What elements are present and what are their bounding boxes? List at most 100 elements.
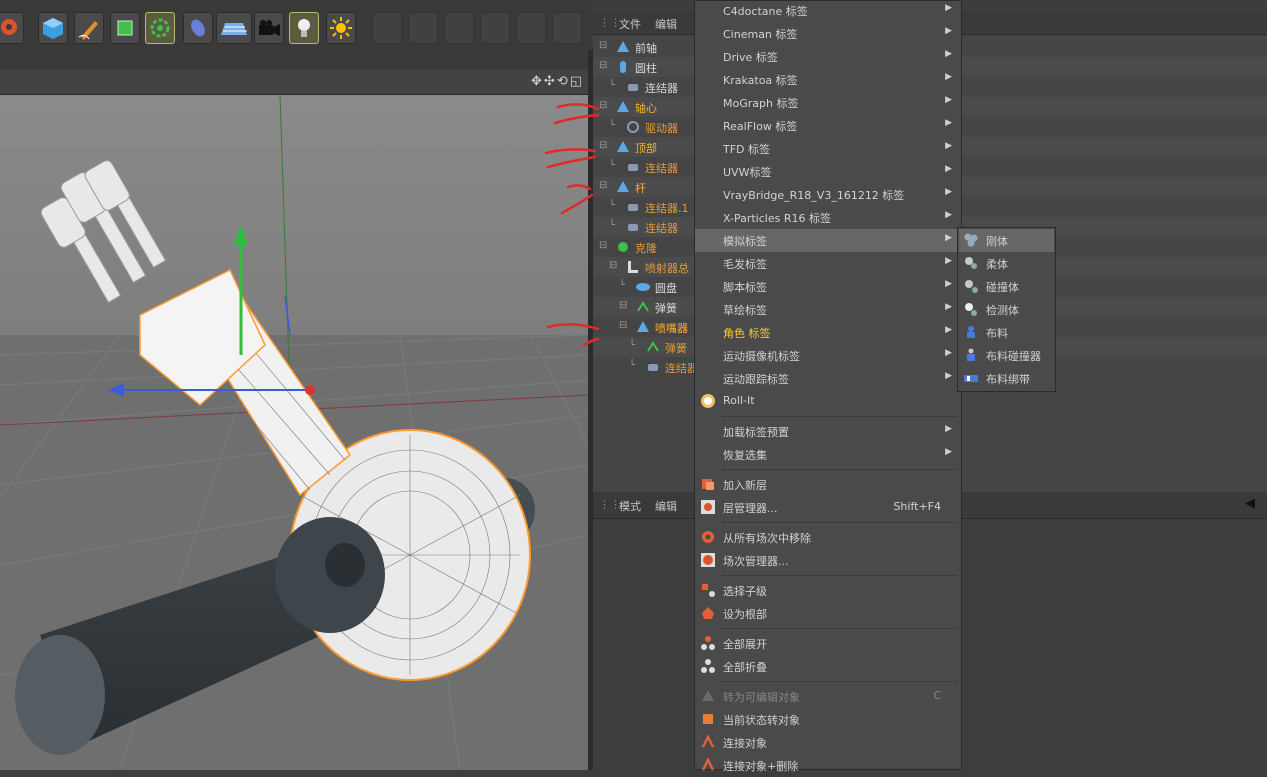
menu-item[interactable]: 运动跟踪标签 ▶: [695, 367, 961, 390]
menu-edit[interactable]: 编辑: [655, 498, 677, 514]
menu-item[interactable]: 草绘标签 ▶: [695, 298, 961, 321]
subdivision-button[interactable]: [110, 12, 140, 44]
menu-item[interactable]: 连接对象+删除: [695, 754, 961, 777]
menu-item[interactable]: 全部折叠: [695, 655, 961, 678]
menu-item[interactable]: VrayBridge_R18_V3_161212 标签 ▶: [695, 183, 961, 206]
menu-item[interactable]: 选择子级: [695, 579, 961, 602]
3d-viewport[interactable]: [0, 95, 588, 770]
menu-separator: [721, 575, 957, 576]
submenu-arrow-icon: ▶: [945, 141, 952, 151]
menu-item-label: 草绘标签: [723, 304, 767, 317]
menu-item-label: 毛发标签: [723, 258, 767, 271]
pen-button[interactable]: [74, 12, 104, 44]
null-icon: [615, 99, 629, 112]
submenu-arrow-icon: ▶: [945, 72, 952, 82]
tree-expander-icon[interactable]: └: [619, 280, 625, 291]
tree-expander-icon[interactable]: ⊟: [609, 260, 617, 271]
menu-item[interactable]: 连接对象: [695, 731, 961, 754]
submenu-item[interactable]: 柔体: [959, 252, 1054, 275]
cloth-icon: [963, 324, 979, 340]
submenu-arrow-icon: ▶: [945, 233, 952, 243]
menu-file[interactable]: 文件: [619, 16, 641, 32]
menu-item[interactable]: Krakatoa 标签 ▶: [695, 68, 961, 91]
render-settings-button[interactable]: [0, 12, 24, 44]
menu-item-label: TFD 标签: [723, 143, 771, 156]
menu-item[interactable]: 全部展开: [695, 632, 961, 655]
camera-button[interactable]: [254, 12, 284, 44]
cloner-button[interactable]: [145, 12, 175, 44]
menu-item[interactable]: 设为根部: [695, 602, 961, 625]
sun-button[interactable]: [326, 12, 356, 44]
main-toolbar: [0, 0, 592, 51]
connect-delete-icon: [700, 757, 716, 773]
submenu-arrow-icon: ▶: [945, 348, 952, 358]
deformer-button[interactable]: [183, 12, 213, 44]
annotation-arrows: [544, 103, 600, 347]
tree-expander-icon[interactable]: ⊟: [599, 60, 607, 71]
pattern-button[interactable]: [516, 12, 546, 44]
menu-item[interactable]: 加入新层: [695, 473, 961, 496]
submenu-item[interactable]: 刚体: [959, 229, 1054, 252]
tree-expander-icon[interactable]: └: [629, 360, 635, 371]
menu-item[interactable]: Cineman 标签 ▶: [695, 22, 961, 45]
menu-item[interactable]: 运动摄像机标签 ▶: [695, 344, 961, 367]
menu-item-label: 全部展开: [723, 638, 767, 651]
submenu-arrow-icon: ▶: [945, 26, 952, 36]
menu-item[interactable]: X-Particles R16 标签 ▶: [695, 206, 961, 229]
menu-separator: [721, 416, 957, 417]
menu-item[interactable]: MoGraph 标签 ▶: [695, 91, 961, 114]
menu-item[interactable]: UVW标签 ▶: [695, 160, 961, 183]
spring-icon: [635, 299, 649, 312]
submenu-item[interactable]: 碰撞体: [959, 275, 1054, 298]
menu-item[interactable]: 加载标签预置 ▶: [695, 420, 961, 443]
tree-item-label: 喷射器总: [645, 262, 689, 275]
layer-manager-icon: [700, 499, 716, 515]
tree-expander-icon[interactable]: ⊟: [619, 320, 627, 331]
snap-button[interactable]: [372, 12, 402, 44]
ramp-button[interactable]: [552, 12, 582, 44]
menu-item[interactable]: 模拟标签 ▶: [695, 229, 961, 252]
make-editable-icon: [700, 688, 716, 704]
menu-item[interactable]: 角色 标签 ▶: [695, 321, 961, 344]
grid-button[interactable]: [480, 12, 510, 44]
connector-tag-icon: [625, 79, 638, 91]
floor-button[interactable]: [216, 12, 252, 44]
tree-expander-icon[interactable]: └: [609, 80, 615, 91]
menu-item[interactable]: 脚本标签 ▶: [695, 275, 961, 298]
submenu-item[interactable]: 布料绑带: [959, 367, 1054, 390]
menu-item[interactable]: TFD 标签 ▶: [695, 137, 961, 160]
menu-item[interactable]: C4doctane 标签 ▶: [695, 0, 961, 22]
submenu-item[interactable]: 检测体: [959, 298, 1054, 321]
menu-item[interactable]: 从所有场次中移除: [695, 526, 961, 549]
light-button[interactable]: [289, 12, 319, 44]
tree-expander-icon[interactable]: ⊟: [599, 40, 607, 51]
cube-button[interactable]: [38, 12, 68, 44]
menu-mode[interactable]: 模式: [619, 498, 641, 514]
disc-icon: [635, 279, 650, 291]
menu-item[interactable]: 当前状态转对象: [695, 708, 961, 731]
viewport-nav-icons[interactable]: ✥✣⟲◱: [531, 74, 584, 89]
workplane-button[interactable]: [408, 12, 438, 44]
menu-item[interactable]: RealFlow 标签 ▶: [695, 114, 961, 137]
menu-item-label: Krakatoa 标签: [723, 74, 798, 87]
menu-item[interactable]: 转为可编辑对象 C: [695, 685, 961, 708]
cloner-icon: [615, 239, 628, 252]
back-arrow-icon[interactable]: ◀: [1245, 496, 1255, 511]
axis-button[interactable]: [444, 12, 474, 44]
tree-expander-icon[interactable]: ⊟: [619, 300, 627, 311]
submenu-arrow-icon: ▶: [945, 371, 952, 381]
tree-expander-icon[interactable]: └: [629, 340, 635, 351]
menu-item-label: X-Particles R16 标签: [723, 212, 831, 225]
menu-item-label: 层管理器...: [723, 502, 778, 515]
menu-item[interactable]: Drive 标签 ▶: [695, 45, 961, 68]
take-manager-icon: [700, 552, 716, 568]
submenu-item[interactable]: 布料: [959, 321, 1054, 344]
menu-edit[interactable]: 编辑: [655, 16, 677, 32]
tree-item-label: 顶部: [635, 142, 657, 155]
menu-item[interactable]: 场次管理器...: [695, 549, 961, 572]
menu-item[interactable]: 毛发标签 ▶: [695, 252, 961, 275]
menu-item[interactable]: 层管理器... Shift+F4: [695, 496, 961, 519]
menu-item[interactable]: 恢复选集 ▶: [695, 443, 961, 466]
menu-item[interactable]: Roll-It: [695, 390, 961, 413]
submenu-item[interactable]: 布料碰撞器: [959, 344, 1054, 367]
